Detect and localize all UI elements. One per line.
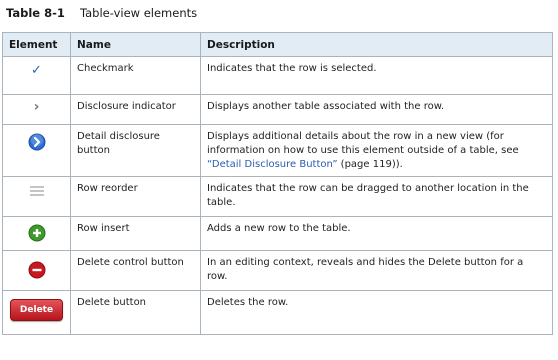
detail-disclosure-button-link[interactable]: “Detail Disclosure Button” [207, 159, 338, 170]
table-row: Delete control button In an editing cont… [2, 250, 553, 291]
table-row: Detail disclosure button Displays additi… [2, 124, 553, 177]
name-cell: Delete button [70, 290, 201, 335]
description-cell: Adds a new row to the table. [200, 216, 553, 251]
column-header-name: Name [70, 32, 201, 57]
table-row: Delete Delete button Deletes the row. [2, 290, 553, 335]
element-cell [2, 250, 71, 291]
description-text: Displays additional details about the ro… [207, 131, 519, 156]
table-row: Row insert Adds a new row to the table. [2, 216, 553, 251]
description-cell: Indicates that the row can be dragged to… [200, 176, 553, 217]
table-title: Table-view elements [80, 6, 198, 20]
element-cell [2, 216, 71, 251]
description-cell: Displays additional details about the ro… [200, 124, 553, 177]
name-cell: Row reorder [70, 176, 201, 217]
reorder-grip-icon [29, 186, 44, 196]
delete-button-icon: Delete [9, 299, 64, 321]
table-row: ✓ Checkmark Indicates that the row is se… [2, 56, 553, 95]
element-cell [2, 176, 71, 217]
name-cell: Checkmark [70, 56, 201, 95]
row-insert-icon [28, 224, 45, 242]
column-header-description: Description [200, 32, 553, 57]
description-cell: Indicates that the row is selected. [200, 56, 553, 95]
name-cell: Detail disclosure button [70, 124, 201, 177]
table-row: › Disclosure indicator Displays another … [2, 94, 553, 125]
name-cell: Row insert [70, 216, 201, 251]
disclosure-chevron-icon: › [33, 99, 40, 115]
name-cell: Delete control button [70, 250, 201, 291]
description-cell: Deletes the row. [200, 290, 553, 335]
element-cell [2, 124, 71, 177]
detail-disclosure-icon [28, 133, 45, 151]
description-tail: (page 119)). [337, 159, 403, 170]
delete-control-icon [28, 261, 45, 279]
table-row: Row reorder Indicates that the row can b… [2, 176, 553, 217]
description-cell: Displays another table associated with t… [200, 94, 553, 125]
table-number: Table 8-1 [6, 6, 65, 20]
description-cell: In an editing context, reveals and hides… [200, 250, 553, 291]
column-header-element: Element [2, 32, 71, 57]
table-caption: Table 8-1 Table-view elements [6, 6, 197, 20]
name-cell: Disclosure indicator [70, 94, 201, 125]
element-cell: › [2, 94, 71, 125]
element-cell: ✓ [2, 56, 71, 95]
checkmark-icon: ✓ [31, 63, 42, 78]
element-cell: Delete [2, 290, 71, 335]
table-view-elements-table: Element Name Description ✓ Checkmark Ind… [2, 32, 553, 335]
header-row: Element Name Description [2, 32, 553, 57]
